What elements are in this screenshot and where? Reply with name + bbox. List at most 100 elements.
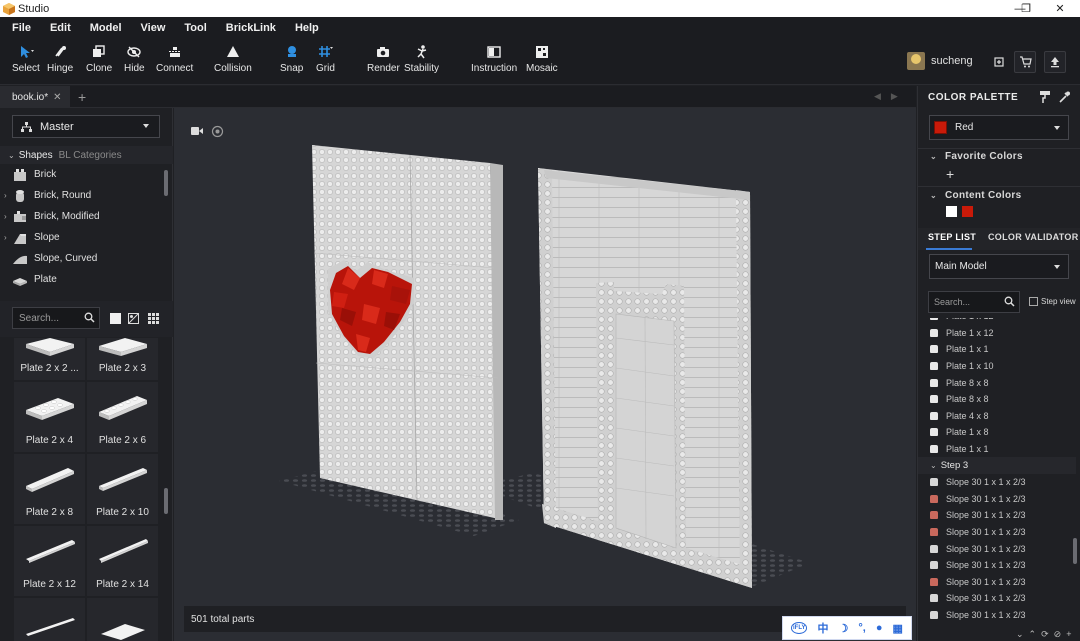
step-list-scrollbar[interactable]	[1073, 538, 1077, 564]
step-part-item[interactable]: Plate 1 x 8	[918, 424, 1076, 441]
chevron-down-icon[interactable]: ⌄	[1016, 629, 1024, 640]
ime-microphone-icon[interactable]: ●	[876, 622, 883, 634]
step-part-item[interactable]: Plate 1 x 1	[918, 341, 1076, 358]
menu-model[interactable]: Model	[90, 22, 122, 34]
step-part-item[interactable]: Plate 1 x 12	[918, 318, 1076, 325]
step-part-item[interactable]: Slope 30 1 x 1 x 2/3	[918, 574, 1076, 591]
ifly-logo-icon[interactable]: iFLY	[791, 622, 808, 634]
close-button[interactable]: ✕	[1040, 0, 1080, 17]
hinge-tool[interactable]: Hinge	[47, 44, 73, 74]
model-select[interactable]: Main Model	[929, 254, 1069, 279]
step-part-item[interactable]: Plate 8 x 8	[918, 374, 1076, 391]
step-part-item[interactable]: Plate 1 x 12	[918, 325, 1076, 342]
grid-view-icon[interactable]	[148, 313, 159, 324]
clone-tool[interactable]: Clone	[86, 44, 112, 74]
palette-filter-icon[interactable]	[128, 313, 139, 324]
category-item[interactable]: Plate	[0, 269, 163, 290]
category-item[interactable]: › Brick, Modified	[0, 206, 163, 227]
step-search-input[interactable]	[929, 292, 1001, 312]
part-tile[interactable]	[87, 598, 158, 641]
part-tile[interactable]: Plate 2 x 12	[14, 526, 85, 596]
step-part-item[interactable]: Slope 30 1 x 1 x 2/3	[918, 590, 1076, 607]
step-header[interactable]: ⌄ Step 3	[918, 457, 1076, 474]
upload-button[interactable]	[1044, 51, 1066, 73]
menu-edit[interactable]: Edit	[50, 22, 71, 34]
ime-punctuation-icon[interactable]: °,	[858, 622, 865, 634]
hide-tool[interactable]: Hide	[124, 44, 145, 74]
step-part-item[interactable]: Plate 4 x 8	[918, 408, 1076, 425]
step-part-item[interactable]: Plate 1 x 10	[918, 358, 1076, 375]
eyedropper-icon[interactable]	[1059, 91, 1070, 103]
palette-select[interactable]: Master	[12, 115, 160, 138]
ime-chinese-mode[interactable]: 中	[817, 620, 828, 636]
import-button[interactable]	[988, 51, 1010, 73]
tab-color-validator[interactable]: COLOR VALIDATOR	[988, 232, 1079, 242]
color-select[interactable]: Red	[929, 115, 1069, 140]
search-icon[interactable]	[84, 312, 95, 323]
category-item[interactable]: Brick	[0, 164, 163, 185]
category-scrollbar[interactable]	[164, 170, 168, 196]
ime-menu-icon[interactable]: ▦	[893, 622, 903, 635]
chevron-up-icon[interactable]: ⌃	[1029, 629, 1037, 640]
tab-bl-categories[interactable]: BL Categories	[59, 150, 122, 161]
paint-roller-icon[interactable]	[1040, 91, 1051, 103]
category-item[interactable]: › Slope	[0, 227, 163, 248]
menu-file[interactable]: File	[12, 22, 31, 34]
add-step-icon[interactable]: +	[1066, 629, 1071, 640]
instruction-tool[interactable]: Instruction	[471, 44, 517, 74]
part-tile[interactable]: Plate 2 x 3	[87, 338, 158, 380]
collapse-arrow-icon[interactable]: ⌄	[8, 151, 15, 160]
tab-book-io[interactable]: book.io* ✕	[0, 86, 70, 108]
color-filter-white-icon[interactable]	[110, 313, 121, 324]
close-tab-icon[interactable]: ✕	[53, 92, 61, 103]
user-menu[interactable]: sucheng	[907, 52, 973, 70]
render-tool[interactable]: Render	[367, 44, 400, 74]
add-favorite-color-button[interactable]: +	[946, 166, 954, 182]
content-color-white[interactable]	[946, 206, 957, 217]
ime-toolbar[interactable]: iFLY 中 ☽ °, ● ▦	[782, 616, 912, 640]
category-item[interactable]: › Brick, Round	[0, 185, 163, 206]
3d-viewport[interactable]: 501 total parts iFLY 中 ☽ °, ● ▦	[174, 108, 916, 641]
part-tile[interactable]	[14, 598, 85, 641]
content-colors-header[interactable]: ⌄ Content Colors	[918, 186, 1080, 204]
collision-tool[interactable]: Collision	[214, 44, 252, 74]
stability-tool[interactable]: Stability	[404, 44, 439, 74]
favorite-colors-header[interactable]: ⌄ Favorite Colors	[918, 147, 1080, 165]
part-grid-scrollbar[interactable]	[164, 488, 168, 514]
step-part-item[interactable]: Slope 30 1 x 1 x 2/3	[918, 474, 1076, 491]
category-item[interactable]: Slope, Curved	[0, 248, 163, 269]
sync-icon[interactable]: ⟳	[1041, 629, 1049, 640]
model-render[interactable]	[174, 108, 916, 641]
part-search-input[interactable]	[13, 308, 83, 328]
snap-tool[interactable]: Snap	[280, 44, 303, 74]
connect-tool[interactable]: Connect	[156, 44, 193, 74]
tab-step-list[interactable]: STEP LIST	[928, 232, 976, 242]
ime-moon-icon[interactable]: ☽	[838, 622, 848, 635]
mosaic-tool[interactable]: Mosaic	[526, 44, 558, 74]
step-part-item[interactable]: Plate 1 x 1	[918, 441, 1076, 458]
part-tile[interactable]: Plate 2 x 8	[14, 454, 85, 524]
collapse-arrow-icon[interactable]: ⌄	[930, 461, 937, 470]
step-view-toggle[interactable]: Step view	[1029, 297, 1076, 306]
menu-help[interactable]: Help	[295, 22, 319, 34]
part-tile[interactable]: Plate 2 x 6	[87, 382, 158, 452]
tab-scroll-arrows[interactable]: ◀▶	[874, 91, 908, 102]
tab-shapes[interactable]: Shapes	[19, 150, 53, 161]
part-tile[interactable]: Plate 2 x 4	[14, 382, 85, 452]
step-part-item[interactable]: Slope 30 1 x 1 x 2/3	[918, 491, 1076, 508]
part-tile[interactable]: Plate 2 x 14	[87, 526, 158, 596]
step-part-item[interactable]: Slope 30 1 x 1 x 2/3	[918, 540, 1076, 557]
select-tool[interactable]: Select	[12, 44, 40, 74]
step-part-item[interactable]: Slope 30 1 x 1 x 2/3	[918, 524, 1076, 541]
search-icon[interactable]	[1004, 296, 1015, 307]
part-tile[interactable]: Plate 2 x 2 ...	[14, 338, 85, 380]
menu-bricklink[interactable]: BrickLink	[226, 22, 276, 34]
content-color-red[interactable]	[962, 206, 973, 217]
add-tab-button[interactable]: +	[78, 89, 86, 105]
step-part-item[interactable]: Plate 8 x 8	[918, 391, 1076, 408]
grid-tool[interactable]: Grid	[316, 44, 335, 74]
step-part-item[interactable]: Slope 30 1 x 1 x 2/3	[918, 607, 1076, 624]
step-view-checkbox[interactable]	[1029, 297, 1038, 306]
part-tile[interactable]: Plate 2 x 10	[87, 454, 158, 524]
hide-icon[interactable]: ⊘	[1054, 629, 1062, 640]
